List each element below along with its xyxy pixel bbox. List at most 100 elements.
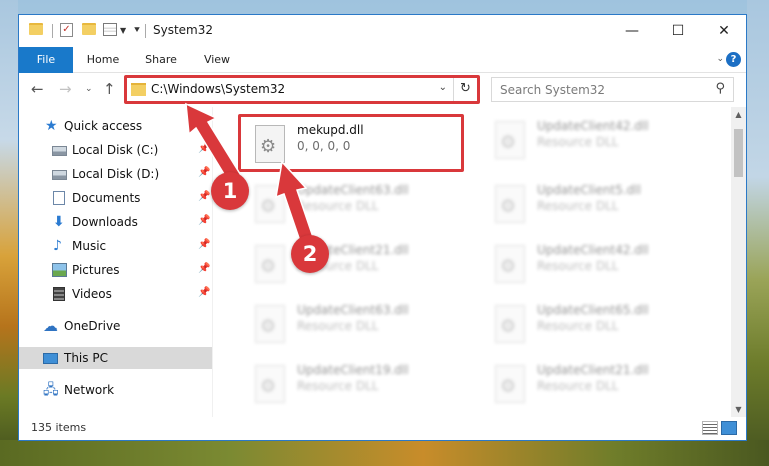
nav-item-label: Music (72, 239, 107, 253)
search-icon: ⚲ (715, 81, 725, 96)
address-bar-highlight (124, 75, 480, 104)
nav-item-videos[interactable]: Videos 📌 (19, 283, 212, 305)
maximize-button[interactable]: ☐ (655, 15, 701, 47)
nav-item-music[interactable]: ♪ Music 📌 (19, 235, 212, 257)
file-tile[interactable]: UpdateClient5.dll Resource DLL (487, 177, 707, 231)
pin-icon[interactable]: 📌 (198, 287, 210, 298)
customize-toolbar-icon[interactable]: ⯆ (133, 25, 141, 36)
computer-icon (43, 353, 58, 364)
forward-arrow-icon[interactable]: → (59, 79, 72, 99)
file-tile[interactable]: UpdateClient42.dll Resource DLL (487, 113, 707, 167)
nav-item-local-disk-c[interactable]: Local Disk (C:) 📌 (19, 139, 212, 161)
nav-item-label: Network (64, 383, 115, 397)
pin-icon[interactable]: 📌 (198, 191, 210, 202)
pictures-icon (52, 263, 67, 277)
pin-icon[interactable]: 📌 (198, 143, 210, 154)
nav-item-quick-access[interactable]: ★ Quick access (19, 115, 212, 137)
details-view-icon[interactable] (702, 421, 718, 435)
nav-item-label: Videos (72, 287, 112, 301)
close-button[interactable]: ✕ (701, 15, 746, 47)
nav-item-label: This PC (64, 351, 108, 365)
large-icons-view-icon[interactable] (721, 421, 737, 435)
file-tile[interactable]: UpdateClient19.dll Resource DLL (247, 357, 467, 411)
file-tile[interactable]: UpdateClient63.dll Resource DLL (247, 297, 467, 351)
item-count: 135 items (31, 421, 87, 434)
file-list: mekupd.dll 0, 0, 0, 0 UpdateClient42.dll… (213, 107, 731, 417)
nav-item-label: OneDrive (64, 319, 121, 333)
network-icon: 🖧 (43, 382, 59, 398)
window-title: System32 (153, 23, 214, 37)
dll-file-icon (495, 305, 525, 343)
status-bar: 135 items (19, 417, 746, 440)
checkmark-icon[interactable]: ✓ (60, 23, 73, 37)
file-description: Resource DLL (537, 199, 619, 213)
nav-item-documents[interactable]: Documents 📌 (19, 187, 212, 209)
up-arrow-icon[interactable]: ↑ (103, 79, 116, 99)
dll-file-icon (495, 185, 525, 223)
expand-ribbon-icon[interactable]: ⌄ (716, 54, 724, 64)
nav-item-network[interactable]: 🖧 Network (19, 379, 212, 401)
scroll-up-icon[interactable]: ▲ (731, 107, 746, 122)
file-description: Resource DLL (537, 259, 619, 273)
divider (145, 24, 146, 38)
file-tile[interactable]: UpdateClient42.dll Resource DLL (487, 237, 707, 291)
desktop-background-left (0, 0, 18, 466)
nav-item-label: Quick access (64, 119, 143, 133)
nav-item-onedrive[interactable]: ☁ OneDrive (19, 315, 212, 337)
nav-item-label: Downloads (72, 215, 138, 229)
file-tile[interactable]: UpdateClient21.dll Resource DLL (487, 357, 707, 411)
vertical-scrollbar[interactable]: ▲ ▼ (731, 107, 746, 417)
music-icon: ♪ (53, 238, 62, 254)
desktop-background-bottom (0, 440, 769, 466)
pin-icon[interactable]: 📌 (198, 215, 210, 226)
tab-share[interactable]: Share (139, 47, 183, 73)
file-description: Resource DLL (297, 199, 379, 213)
dll-file-icon (255, 365, 285, 403)
pin-icon[interactable]: 📌 (198, 239, 210, 250)
nav-item-label: Pictures (72, 263, 120, 277)
nav-item-downloads[interactable]: ⬇ Downloads 📌 (19, 211, 212, 233)
new-folder-icon[interactable] (82, 23, 96, 35)
tab-file[interactable]: File (19, 47, 73, 73)
title-bar: ✓ ▼ ⯆ System32 — ☐ ✕ (19, 15, 746, 47)
properties-icon[interactable] (103, 23, 117, 36)
nav-item-this-pc[interactable]: This PC (19, 347, 212, 369)
step-1-badge: 1 (211, 172, 249, 210)
nav-item-local-disk-d[interactable]: Local Disk (D:) 📌 (19, 163, 212, 185)
step-2-badge: 2 (291, 235, 329, 273)
star-icon: ★ (45, 118, 58, 134)
drive-icon (52, 170, 67, 180)
tab-view[interactable]: View (197, 47, 237, 73)
minimize-button[interactable]: — (609, 15, 655, 47)
file-name: UpdateClient63.dll (297, 183, 409, 197)
back-arrow-icon[interactable]: ← (31, 79, 44, 99)
dll-file-icon (255, 245, 285, 283)
file-description: Resource DLL (537, 379, 619, 393)
file-explorer-window: ✓ ▼ ⯆ System32 — ☐ ✕ File Home Share Vie… (18, 14, 747, 441)
recent-locations-icon[interactable]: ⌄ (85, 79, 93, 99)
file-name: UpdateClient5.dll (537, 183, 641, 197)
file-description: Resource DLL (297, 379, 379, 393)
search-input[interactable]: Search System32 ⚲ (491, 77, 734, 102)
file-name: UpdateClient42.dll (537, 119, 649, 133)
desktop-background-right (747, 0, 769, 466)
nav-item-pictures[interactable]: Pictures 📌 (19, 259, 212, 281)
scrollbar-thumb[interactable] (734, 129, 743, 177)
help-icon[interactable]: ? (726, 52, 741, 67)
videos-icon (53, 287, 65, 301)
file-tile[interactable]: UpdateClient63.dll Resource DLL (247, 177, 467, 231)
dll-file-icon (255, 305, 285, 343)
file-tile[interactable]: UpdateClient21.dll Resource DLL (247, 237, 467, 291)
nav-item-label: Local Disk (C:) (72, 143, 159, 157)
drive-icon (52, 146, 67, 156)
documents-icon (53, 191, 65, 205)
chevron-down-icon[interactable]: ▼ (120, 26, 126, 35)
tab-home[interactable]: Home (81, 47, 125, 73)
dll-file-icon (495, 245, 525, 283)
pin-icon[interactable]: 📌 (198, 167, 210, 178)
folder-icon (29, 23, 43, 35)
scroll-down-icon[interactable]: ▼ (731, 402, 746, 417)
file-tile[interactable]: UpdateClient65.dll Resource DLL (487, 297, 707, 351)
pin-icon[interactable]: 📌 (198, 263, 210, 274)
file-description: Resource DLL (537, 319, 619, 333)
